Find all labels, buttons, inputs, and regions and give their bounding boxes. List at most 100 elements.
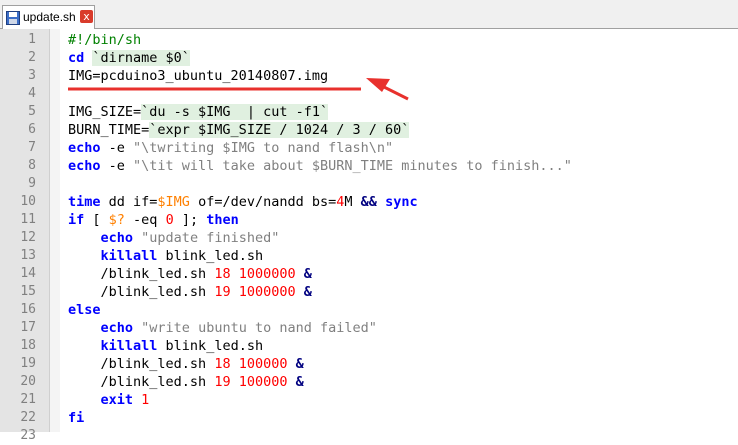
code-line[interactable]: 8 echo -e "\tit will take about $BURN_TIM… <box>0 157 738 175</box>
code-token: -eq <box>124 212 166 228</box>
code-token: 19 <box>214 284 231 300</box>
code-token: fi <box>68 410 85 426</box>
code-token: if <box>68 212 85 228</box>
code-token: of=/dev/nandd bs= <box>189 194 337 210</box>
code-token: ]; <box>173 212 207 228</box>
code-line[interactable]: 15 /blink_led.sh 19 1000000 & <box>0 283 738 301</box>
code-token: `du -s $IMG | cut -f1` <box>141 104 329 120</box>
code-line[interactable]: 18 killall blink_led.sh <box>0 337 738 355</box>
code-line[interactable]: 12 echo "update finished" <box>0 229 738 247</box>
code-token: 1000000 <box>238 266 296 282</box>
code-text: /blink_led.sh 18 100000 & <box>68 355 304 373</box>
code-line[interactable]: 3 IMG=pcduino3_ubuntu_20140807.img <box>0 67 738 85</box>
code-line[interactable]: 13 killall blink_led.sh <box>0 247 738 265</box>
line-number: 14 <box>20 266 36 281</box>
line-number: 23 <box>20 428 36 443</box>
code-token: time <box>68 194 101 210</box>
code-token: then <box>206 212 239 228</box>
line-number: 7 <box>28 140 36 155</box>
code-text: echo -e "\twriting $IMG to nand flash\n" <box>68 139 393 157</box>
line-number: 12 <box>20 230 36 245</box>
code-line[interactable]: 4 <box>0 85 738 103</box>
code-token: & <box>295 374 304 390</box>
code-token: /blink_led.sh <box>68 374 215 390</box>
code-text: cd `dirname $0` <box>68 49 190 67</box>
code-line[interactable]: 10 time dd if=$IMG of=/dev/nandd bs=4M &&… <box>0 193 738 211</box>
code-token: 18 <box>214 356 231 372</box>
code-token: blink_led.sh <box>157 338 264 354</box>
code-token: echo <box>100 230 134 246</box>
code-text: if [ $? -eq 0 ]; then <box>68 211 239 229</box>
floppy-disk-icon <box>6 10 20 25</box>
code-line[interactable]: 20 /blink_led.sh 19 100000 & <box>0 373 738 391</box>
code-token: && <box>360 194 377 210</box>
code-text: IMG_SIZE=`du -s $IMG | cut -f1` <box>68 103 329 121</box>
code-token: dd if= <box>100 194 158 210</box>
line-number: 1 <box>28 32 36 47</box>
line-number: 10 <box>20 194 36 209</box>
code-token: /blink_led.sh <box>68 266 215 282</box>
code-token: $IMG <box>157 194 190 210</box>
code-token: -e <box>100 158 134 174</box>
close-icon[interactable]: x <box>80 10 93 23</box>
line-number: 18 <box>20 338 36 353</box>
code-token: 100000 <box>238 374 288 390</box>
code-text: time dd if=$IMG of=/dev/nandd bs=4M && s… <box>68 193 418 211</box>
code-token: /blink_led.sh <box>68 356 215 372</box>
code-line[interactable]: 7 echo -e "\twriting $IMG to nand flash\n… <box>0 139 738 157</box>
line-number: 22 <box>20 410 36 425</box>
code-line[interactable]: 11 if [ $? -eq 0 ]; then <box>0 211 738 229</box>
line-number: 3 <box>28 68 36 83</box>
code-editor[interactable]: 1 #!/bin/sh 2 cd `dirname $0` 3 IMG=pcduino3_… <box>0 29 738 443</box>
code-token: & <box>303 266 312 282</box>
code-text: BURN_TIME=`expr $IMG_SIZE / 1024 / 3 / 6… <box>68 121 410 139</box>
code-token: else <box>68 302 101 318</box>
code-line[interactable]: 19 /blink_led.sh 18 100000 & <box>0 355 738 373</box>
code-text: echo "write ubuntu to nand failed" <box>68 319 377 337</box>
code-line[interactable]: 6 BURN_TIME=`expr $IMG_SIZE / 1024 / 3 / … <box>0 121 738 139</box>
code-line[interactable]: 16 else <box>0 301 738 319</box>
code-text: exit 1 <box>68 391 150 409</box>
code-text: fi <box>68 409 84 427</box>
code-line[interactable]: 23 <box>0 427 738 445</box>
tab-update-sh[interactable]: update.sh x <box>2 5 95 29</box>
line-number: 21 <box>20 392 36 407</box>
code-token: `dirname $0` <box>92 50 190 66</box>
code-line[interactable]: 21 exit 1 <box>0 391 738 409</box>
code-token: blink_led.sh <box>157 248 264 264</box>
code-line[interactable]: 17 echo "write ubuntu to nand failed" <box>0 319 738 337</box>
code-token: /blink_led.sh <box>68 284 215 300</box>
line-number: 16 <box>20 302 36 317</box>
code-token: "write ubuntu to nand failed" <box>141 320 377 336</box>
code-line[interactable]: 14 /blink_led.sh 18 1000000 & <box>0 265 738 283</box>
code-line[interactable]: 5 IMG_SIZE=`du -s $IMG | cut -f1` <box>0 103 738 121</box>
code-line[interactable]: 9 <box>0 175 738 193</box>
code-token: `expr $IMG_SIZE / 1024 / 3 / 60` <box>149 122 410 138</box>
code-token: 0 <box>165 212 174 228</box>
line-number: 13 <box>20 248 36 263</box>
code-token: 18 <box>214 266 231 282</box>
code-text: killall blink_led.sh <box>68 247 264 265</box>
tab-label: update.sh <box>23 10 76 24</box>
code-token: "\tit will take about $BURN_TIME minutes… <box>133 158 572 174</box>
code-token: M <box>344 194 361 210</box>
code-token: $? <box>108 212 125 228</box>
code-lines: 1 #!/bin/sh 2 cd `dirname $0` 3 IMG=pcduino3_… <box>0 31 738 445</box>
code-line[interactable]: 1 #!/bin/sh <box>0 31 738 49</box>
code-token: echo <box>68 140 101 156</box>
code-text: echo -e "\tit will take about $BURN_TIME… <box>68 157 572 175</box>
line-number: 19 <box>20 356 36 371</box>
code-token: killall <box>100 338 158 354</box>
code-token: IMG=pcduino3_ubuntu_20140807.img <box>68 68 329 84</box>
code-line[interactable]: 2 cd `dirname $0` <box>0 49 738 67</box>
code-token: exit <box>100 392 134 408</box>
code-line[interactable]: 22 fi <box>0 409 738 427</box>
code-token: IMG_SIZE= <box>68 104 142 120</box>
